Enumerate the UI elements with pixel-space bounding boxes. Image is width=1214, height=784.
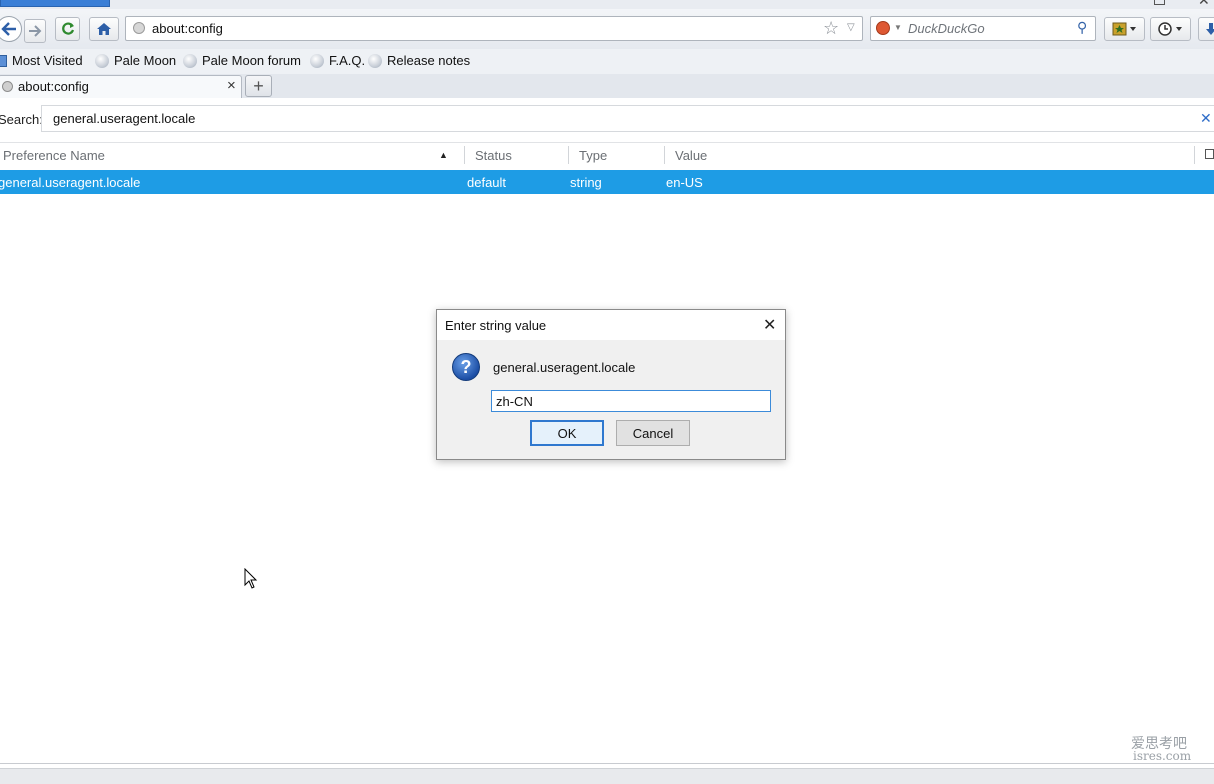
title-bar [0,0,1214,9]
site-identity-icon[interactable] [133,22,145,34]
question-icon: ? [452,353,480,381]
column-splitter[interactable] [464,146,465,164]
mouse-pointer-icon [244,568,258,589]
globe-icon [95,53,109,68]
dialog-close-icon[interactable]: ✕ [763,315,776,335]
bookmark-pale-moon-forum[interactable]: Pale Moon forum [183,53,301,68]
ok-button[interactable]: OK [530,420,604,446]
forward-button[interactable] [24,19,46,43]
search-placeholder[interactable]: DuckDuckGo [908,21,985,36]
bookmark-most-visited[interactable]: Most Visited [0,53,83,68]
bookmark-label: Release notes [387,53,471,68]
column-header-value[interactable]: Value [675,148,707,163]
bookmark-release-notes[interactable]: Release notes [368,53,470,68]
most-visited-icon [0,54,7,67]
reload-icon [61,22,74,35]
cell-status[interactable]: default [467,175,506,190]
forward-arrow-icon [29,25,42,37]
column-splitter[interactable] [1194,146,1195,164]
globe-icon [310,53,324,68]
watermark-domain: isres.com [1133,749,1192,763]
column-splitter[interactable] [568,146,569,164]
downloads-button[interactable] [1198,17,1214,41]
bookmark-label: Most Visited [12,53,83,68]
url-bar[interactable]: about:config ☆ ▽ [125,16,863,41]
app-menu-button[interactable] [0,0,110,7]
new-tab-button[interactable]: + [245,75,272,97]
back-arrow-icon [1,22,16,36]
bookmark-label: Pale Moon forum [202,53,301,68]
search-label: Search: [0,112,43,127]
column-header-type[interactable]: Type [579,148,607,163]
sort-ascending-icon: ▲ [439,150,448,160]
column-splitter[interactable] [664,146,665,164]
config-search-value[interactable]: general.useragent.locale [53,111,195,126]
column-header-status[interactable]: Status [475,148,512,163]
url-history-dropdown-icon[interactable]: ▽ [847,22,855,33]
window-close-icon[interactable]: ✕ [1198,0,1210,9]
enter-string-value-dialog: Enter string value ✕ ? general.useragent… [436,309,786,460]
dialog-message: general.useragent.locale [493,360,636,375]
bookmark-pale-moon[interactable]: Pale Moon [95,53,176,68]
url-text[interactable]: about:config [152,21,223,36]
home-icon [97,23,111,35]
column-picker-icon[interactable] [1205,149,1214,159]
bookmark-faq[interactable]: F.A.Q. [310,53,365,68]
table-row[interactable] [0,170,1214,194]
search-magnifier-icon[interactable]: ⚲ [1077,19,1087,36]
cell-type[interactable]: string [570,175,602,190]
string-value-input[interactable]: zh-CN [491,390,771,412]
cancel-button[interactable]: Cancel [616,420,690,446]
dialog-title: Enter string value [445,318,547,333]
config-search-input[interactable]: general.useragent.locale [41,105,1214,132]
bookmarks-menu-button[interactable] [1104,17,1145,41]
tab-favicon-icon [2,81,13,92]
string-value-text[interactable]: zh-CN [496,394,533,409]
history-clock-icon [1157,22,1182,36]
clear-search-icon[interactable]: ✕ [1200,110,1212,127]
content-bottom-border [0,763,1214,764]
download-arrow-icon [1206,23,1214,35]
web-search-bar[interactable]: ▼ DuckDuckGo ⚲ [870,16,1096,41]
reload-button[interactable] [55,17,80,41]
cell-value[interactable]: en-US [666,175,703,190]
maximize-icon[interactable] [1154,0,1165,5]
bookmark-star-icon[interactable]: ☆ [823,18,839,39]
history-button[interactable] [1150,17,1191,41]
tab-title: about:config [18,79,89,94]
column-header-preference-name[interactable]: Preference Name [3,148,105,163]
globe-icon [368,53,382,68]
globe-icon [183,53,197,68]
bookmark-label: Pale Moon [114,53,177,68]
bookmark-label: F.A.Q. [329,53,366,68]
search-engine-dropdown-icon[interactable]: ▼ [894,23,902,32]
status-bar [0,768,1214,784]
home-button[interactable] [89,17,119,41]
bookmarks-icon [1112,22,1136,36]
tab-about-config[interactable]: about:config × [0,75,242,98]
tab-close-icon[interactable]: × [227,77,236,94]
duckduckgo-icon[interactable] [876,21,890,35]
cell-preference-name[interactable]: general.useragent.locale [0,175,140,190]
